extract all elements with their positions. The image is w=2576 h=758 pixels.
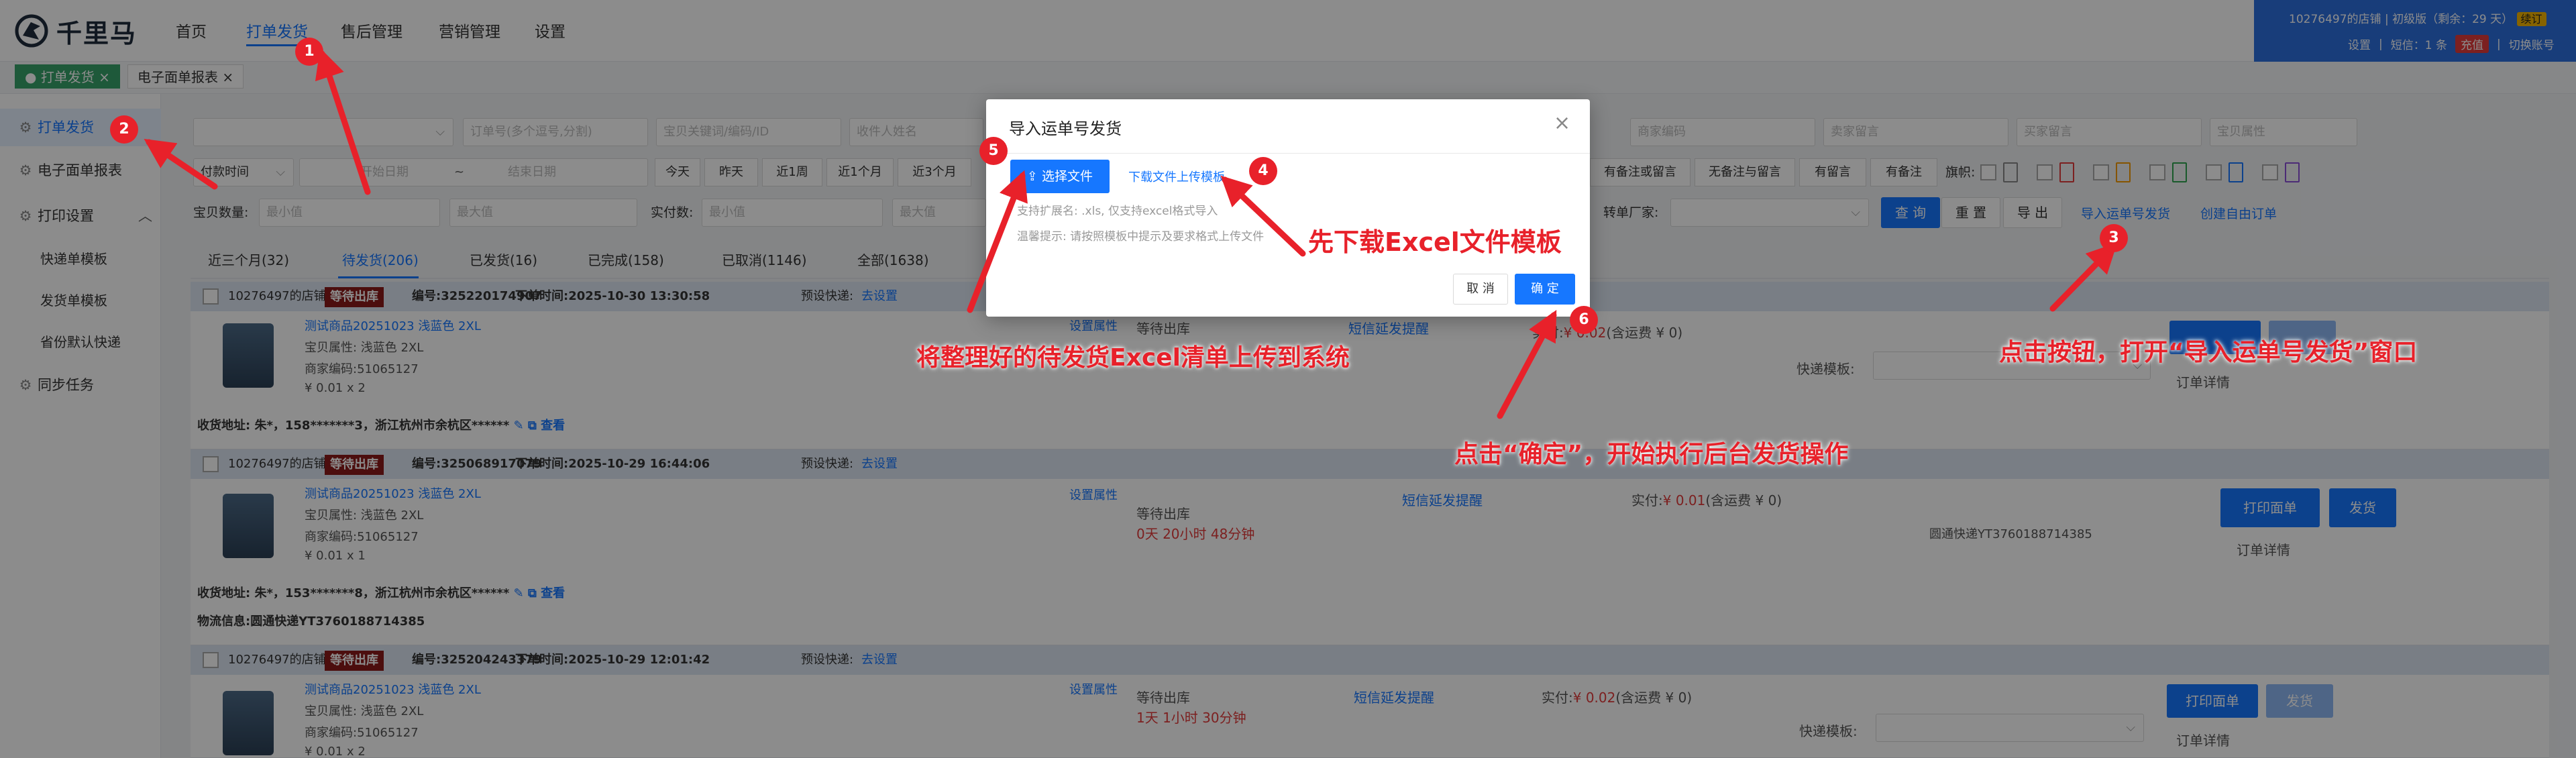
arrow-5 [967,170,1028,313]
arrow-4 [1220,175,1306,257]
step-marker-5: 5 [979,137,1008,165]
arrow-6 [1497,310,1557,419]
step-marker-6: 6 [1570,306,1598,334]
step-marker-1: 1 [295,38,323,66]
annotation-confirm: 点击“确定”，开始执行后台发货操作 [1454,441,1849,468]
arrow-2 [144,138,218,190]
arrow-3 [2049,242,2118,312]
annotation-upload-list: 将整理好的待发货Excel清单上传到系统 [916,344,1350,372]
step-marker-4: 4 [1249,157,1277,185]
annotation-arrows [144,48,2118,419]
annotation-download-template: 先下载Excel文件模板 [1308,227,1562,257]
annotation-open-window: 点击按钮，打开“导入运单号发货”窗口 [1999,339,2418,366]
arrow-1 [315,48,371,195]
step-marker-2: 2 [110,115,138,144]
step-marker-3: 3 [2100,224,2128,252]
